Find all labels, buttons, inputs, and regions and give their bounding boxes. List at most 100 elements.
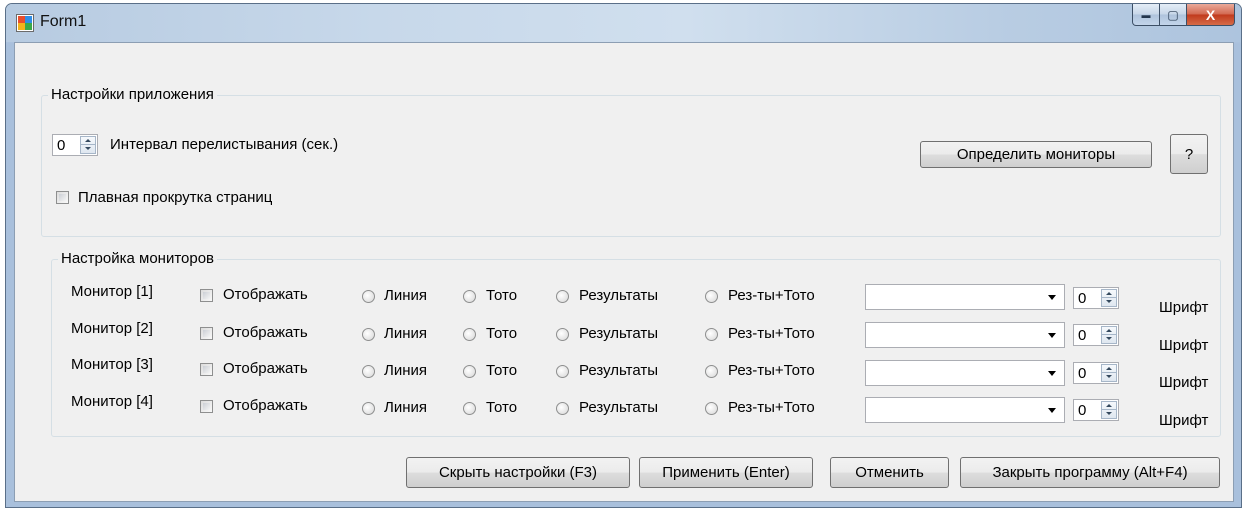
monitor-label: Монитор [4] [71,393,153,410]
font-spinner[interactable] [1101,289,1117,307]
results-radio[interactable] [556,365,569,378]
results-toto-radio[interactable] [705,402,718,415]
show-label: Отображать [223,360,308,377]
results-toto-radio[interactable] [705,365,718,378]
line-label: Линия [384,399,428,416]
toto-label: Тото [486,362,518,379]
show-checkbox[interactable] [200,400,213,413]
toto-radio[interactable] [463,402,476,415]
spin-down-icon[interactable] [1102,373,1116,381]
monitor-label: Монитор [2] [71,320,153,337]
show-checkbox[interactable] [200,289,213,302]
minimize-button[interactable]: ▬ [1132,4,1160,26]
detect-monitors-button[interactable]: Определить мониторы [920,141,1152,168]
spin-up-icon[interactable] [1102,402,1116,410]
results-radio[interactable] [556,402,569,415]
chevron-down-icon[interactable] [1048,295,1056,300]
chevron-down-icon[interactable] [1048,408,1056,413]
font-numeric[interactable]: 0 [1073,287,1119,309]
chevron-down-icon[interactable] [1048,333,1056,338]
help-label: ? [1184,145,1194,163]
font-label: Шрифт [1159,412,1209,429]
results-label: Результаты [579,325,658,342]
show-checkbox[interactable] [200,363,213,376]
toto-label: Тото [486,325,518,342]
hide-settings-button[interactable]: Скрыть настройки (F3) [406,457,630,488]
apply-button[interactable]: Применить (Enter) [639,457,813,488]
toto-radio[interactable] [463,365,476,378]
monitor-combo[interactable] [865,397,1065,423]
chevron-down-icon[interactable] [1048,371,1056,376]
close-program-button[interactable]: Закрыть программу (Alt+F4) [960,457,1220,488]
font-spinner[interactable] [1101,326,1117,344]
line-radio[interactable] [362,365,375,378]
results-label: Результаты [579,287,658,304]
results-radio[interactable] [556,290,569,303]
monitor-combo[interactable] [865,284,1065,310]
smooth-scroll-checkbox[interactable] [56,191,69,204]
results-radio[interactable] [556,328,569,341]
toto-label: Тото [486,399,518,416]
app-window: Form1 ▬ ▢ X Настройки приложения 0 Интер… [5,3,1242,508]
font-numeric[interactable]: 0 [1073,324,1119,346]
font-spinner[interactable] [1101,364,1117,382]
title-bar[interactable]: Form1 ▬ ▢ X [6,4,1241,42]
smooth-scroll-label: Плавная прокрутка страниц [78,189,273,206]
line-radio[interactable] [362,290,375,303]
window-title: Form1 [40,13,87,30]
toto-label: Тото [486,287,518,304]
font-value: 0 [1078,290,1087,307]
spin-up-icon[interactable] [81,137,95,145]
font-label: Шрифт [1159,299,1209,316]
toto-radio[interactable] [463,328,476,341]
line-label: Линия [384,362,428,379]
results-toto-label: Рез-ты+Тото [728,287,815,304]
maximize-button[interactable]: ▢ [1160,4,1187,26]
interval-spinner[interactable] [80,136,96,154]
interval-value: 0 [57,137,66,154]
spin-up-icon[interactable] [1102,365,1116,373]
line-label: Линия [384,287,428,304]
spin-up-icon[interactable] [1102,290,1116,298]
detect-monitors-label: Определить мониторы [956,146,1116,163]
hide-settings-label: Скрыть настройки (F3) [438,464,598,481]
results-toto-label: Рез-ты+Тото [728,362,815,379]
minimize-icon: ▬ [1141,9,1151,20]
line-radio[interactable] [362,402,375,415]
line-radio[interactable] [362,328,375,341]
font-numeric[interactable]: 0 [1073,362,1119,384]
show-label: Отображать [223,286,308,303]
results-toto-radio[interactable] [705,290,718,303]
spin-down-icon[interactable] [1102,298,1116,306]
close-program-label: Закрыть программу (Alt+F4) [992,464,1188,481]
monitor-label: Монитор [3] [71,356,153,373]
font-value: 0 [1078,402,1087,419]
results-label: Результаты [579,362,658,379]
monitor-combo[interactable] [865,360,1065,386]
spin-down-icon[interactable] [1102,335,1116,343]
cancel-button[interactable]: Отменить [830,457,949,488]
font-spinner[interactable] [1101,401,1117,419]
close-button[interactable]: X [1187,4,1235,26]
help-button[interactable]: ? [1170,134,1208,174]
monitor-label: Монитор [1] [71,283,153,300]
font-value: 0 [1078,327,1087,344]
toto-radio[interactable] [463,290,476,303]
apply-label: Применить (Enter) [662,464,790,481]
show-label: Отображать [223,397,308,414]
interval-label: Интервал перелистывания (сек.) [110,136,339,153]
spin-up-icon[interactable] [1102,327,1116,335]
results-label: Результаты [579,399,658,416]
monitor-settings-legend: Настройка мониторов [58,250,218,267]
results-toto-label: Рез-ты+Тото [728,325,815,342]
font-numeric[interactable]: 0 [1073,399,1119,421]
spin-down-icon[interactable] [81,145,95,153]
font-label: Шрифт [1159,337,1209,354]
show-checkbox[interactable] [200,327,213,340]
results-toto-radio[interactable] [705,328,718,341]
font-value: 0 [1078,365,1087,382]
font-label: Шрифт [1159,374,1209,391]
spin-down-icon[interactable] [1102,410,1116,418]
monitor-combo[interactable] [865,322,1065,348]
interval-numeric[interactable]: 0 [52,134,98,156]
